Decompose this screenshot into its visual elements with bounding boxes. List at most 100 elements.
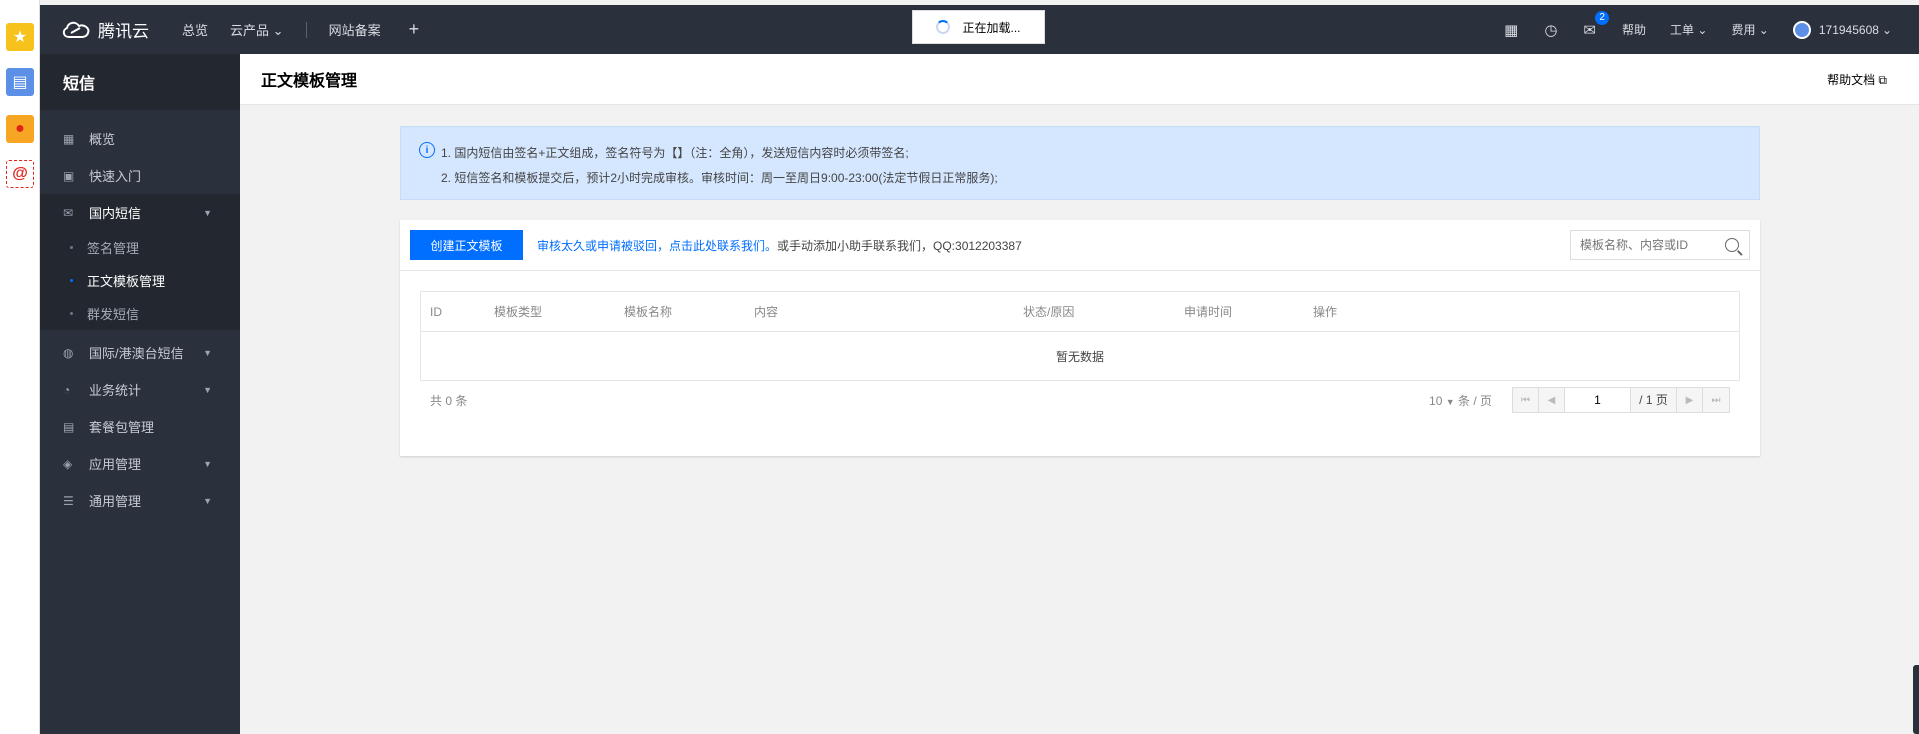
empty-text: 暂无数据 xyxy=(1055,349,1104,364)
total-count: 共 0 条 xyxy=(430,393,468,408)
table-empty-row: 暂无数据 xyxy=(421,332,1739,380)
page-header: 正文模板管理 帮助文档 ⧉ xyxy=(240,54,1919,105)
sidebar-item-label: 国内短信 xyxy=(89,206,142,221)
external-link-icon: ⧉ xyxy=(1878,72,1887,87)
plus-icon[interactable]: + xyxy=(409,19,420,40)
logo-text: 腾讯云 xyxy=(98,22,149,41)
grid-icon: ▦ xyxy=(63,131,75,146)
info-notice: i 1. 国内短信由签名+正文组成，签名符号为【】（注：全角），发送短信内容时必… xyxy=(400,126,1760,200)
top-right-tools: ▦ ◷ ✉ 2 帮助 工单 ⌄ 费用 ⌄ 171945608 ⌄ xyxy=(1504,5,1919,54)
next-page-icon[interactable]: ▶ xyxy=(1677,388,1703,412)
chevron-down-icon: ⌄ xyxy=(1758,23,1769,37)
spinner-icon xyxy=(936,20,951,34)
search-input[interactable] xyxy=(1571,232,1717,258)
mail-icon[interactable]: ✉ 2 xyxy=(1583,10,1609,39)
book-icon: ▣ xyxy=(63,168,75,183)
column-name: 模板名称 xyxy=(624,305,673,319)
help-doc-link[interactable]: 帮助文档 ⧉ xyxy=(1827,71,1887,88)
sidebar-item-statistics[interactable]: ◔ 业务统计 ▼ xyxy=(40,371,240,408)
weibo-icon[interactable]: ● xyxy=(6,115,34,143)
user-menu[interactable]: 171945608 ⌄ xyxy=(1792,20,1892,39)
page-nav: ⏮ ◀ / 1 页 ▶ ⏭ xyxy=(1512,387,1730,413)
sidebar: 短信 ▦ 概览 ▣ 快速入门 ✉ 国内短信 ▼ 签名管理 正文模板管理 群发短信… xyxy=(40,54,240,734)
sidebar-subitem-signature[interactable]: 签名管理 xyxy=(40,231,240,264)
page-size-unit: 条 / 页 xyxy=(1457,393,1492,408)
sidebar-item-quickstart[interactable]: ▣ 快速入门 xyxy=(40,157,240,194)
template-card: 创建正文模板 审核太久或申请被驳回，点击此处联系我们。或手动添加小助手联系我们，… xyxy=(400,220,1760,456)
pagination: 共 0 条 10 ▼ 条 / 页 ⏮ ◀ / 1 页 ▶ ⏭ xyxy=(420,387,1740,413)
page-title: 正文模板管理 xyxy=(261,73,358,90)
loading-toast: 正在加载... xyxy=(912,10,1045,44)
billing-menu[interactable]: 费用 ⌄ xyxy=(1731,21,1768,38)
caret-down-icon: ▼ xyxy=(1445,396,1455,407)
help-link[interactable]: 帮助 xyxy=(1622,21,1646,38)
template-table: ID 模板类型 模板名称 内容 状态/原因 申请时间 操作 暂无数据 xyxy=(420,291,1740,381)
loading-text: 正在加载... xyxy=(962,20,1021,35)
star-icon[interactable]: ★ xyxy=(6,23,34,51)
page-size-select[interactable]: 10 ▼ 条 / 页 xyxy=(1429,392,1492,409)
user-id: 171945608 xyxy=(1818,22,1879,37)
sidebar-item-domestic-sms[interactable]: ✉ 国内短信 ▼ xyxy=(40,194,240,231)
ticket-menu[interactable]: 工单 ⌄ xyxy=(1670,21,1707,38)
search-icon[interactable] xyxy=(1725,238,1739,252)
sidebar-item-label: 国际/港澳台短信 xyxy=(89,346,184,361)
mail-badge: 2 xyxy=(1595,10,1609,25)
chevron-down-icon: ⌄ xyxy=(1881,22,1892,37)
clock-icon[interactable]: ◷ xyxy=(1544,21,1557,39)
toolbar-message: 审核太久或申请被驳回，点击此处联系我们。或手动添加小助手联系我们，QQ:3012… xyxy=(537,237,1022,254)
billing-label: 费用 xyxy=(1731,23,1756,37)
caret-down-icon: ▼ xyxy=(203,347,212,358)
sidebar-subitem-template[interactable]: 正文模板管理 xyxy=(40,264,240,297)
caret-down-icon: ▼ xyxy=(203,458,212,469)
sidebar-item-international-sms[interactable]: ◍ 国际/港澳台短信 ▼ xyxy=(40,334,240,371)
prev-page-icon[interactable]: ◀ xyxy=(1539,388,1565,412)
nav-icp[interactable]: 网站备案 xyxy=(329,20,381,39)
caret-down-icon: ▼ xyxy=(203,207,212,218)
page-size-value: 10 xyxy=(1429,393,1443,408)
first-page-icon[interactable]: ⏮ xyxy=(1513,388,1539,412)
sidebar-item-label: 应用管理 xyxy=(89,457,142,472)
ticket-label: 工单 xyxy=(1670,23,1695,37)
layers-icon: ◈ xyxy=(63,456,73,471)
main-content: 正文模板管理 帮助文档 ⧉ i 1. 国内短信由签名+正文组成，签名符号为【】（… xyxy=(240,54,1919,734)
sidebar-item-apps[interactable]: ◈ 应用管理 ▼ xyxy=(40,445,240,482)
column-type: 模板类型 xyxy=(494,305,543,319)
info-icon: i xyxy=(419,142,435,158)
column-status: 状态/原因 xyxy=(1023,305,1075,319)
package-icon: ▤ xyxy=(63,419,75,434)
notice-line-1: 1. 国内短信由签名+正文组成，签名符号为【】（注：全角），发送短信内容时必须带… xyxy=(441,146,909,160)
qq-contact-text: 或手动添加小助手联系我们，QQ:3012203387 xyxy=(777,238,1022,253)
qrcode-icon[interactable]: ▦ xyxy=(1504,21,1518,39)
page-total: / 1 页 xyxy=(1631,388,1677,412)
app-strip: ★ ▤ ● @ xyxy=(0,0,40,734)
sidebar-item-label: 快速入门 xyxy=(89,169,142,184)
search-box xyxy=(1570,230,1750,260)
page-number-input[interactable] xyxy=(1565,388,1631,412)
sidebar-item-label: 通用管理 xyxy=(89,494,142,509)
caret-down-icon: ▼ xyxy=(203,495,212,506)
nav-overview[interactable]: 总览 xyxy=(182,20,208,39)
last-page-icon[interactable]: ⏭ xyxy=(1703,388,1729,412)
sidebar-item-overview[interactable]: ▦ 概览 xyxy=(40,120,240,157)
sidebar-item-label: 概览 xyxy=(89,132,116,147)
sidebar-item-label: 套餐包管理 xyxy=(89,420,155,435)
sidebar-item-general[interactable]: ☰ 通用管理 ▼ xyxy=(40,482,240,519)
toolbar: 创建正文模板 审核太久或申请被驳回，点击此处联系我们。或手动添加小助手联系我们，… xyxy=(400,220,1760,271)
create-template-button[interactable]: 创建正文模板 xyxy=(410,230,523,260)
pager-controls: 10 ▼ 条 / 页 ⏮ ◀ / 1 页 ▶ ⏭ xyxy=(1429,387,1730,413)
sidebar-title: 短信 xyxy=(40,54,240,110)
email-icon[interactable]: @ xyxy=(6,160,34,188)
column-actions: 操作 xyxy=(1313,305,1338,319)
side-scroll-handle[interactable] xyxy=(1913,665,1919,734)
sidebar-subitem-bulk-send[interactable]: 群发短信 xyxy=(40,297,240,330)
contact-us-link[interactable]: 审核太久或申请被驳回，点击此处联系我们。 xyxy=(537,239,777,253)
nav-products[interactable]: 云产品 ⌄ xyxy=(230,20,284,39)
news-icon[interactable]: ▤ xyxy=(6,68,34,96)
help-doc-label: 帮助文档 xyxy=(1827,72,1876,87)
tencent-cloud-logo[interactable]: 腾讯云 xyxy=(60,17,160,42)
sidebar-menu: ▦ 概览 ▣ 快速入门 ✉ 国内短信 ▼ 签名管理 正文模板管理 群发短信 ◍ … xyxy=(40,110,240,519)
globe-icon: ◍ xyxy=(63,345,74,360)
column-apply-time: 申请时间 xyxy=(1184,305,1233,319)
envelope-icon: ✉ xyxy=(63,205,74,220)
sidebar-item-packages[interactable]: ▤ 套餐包管理 xyxy=(40,408,240,445)
